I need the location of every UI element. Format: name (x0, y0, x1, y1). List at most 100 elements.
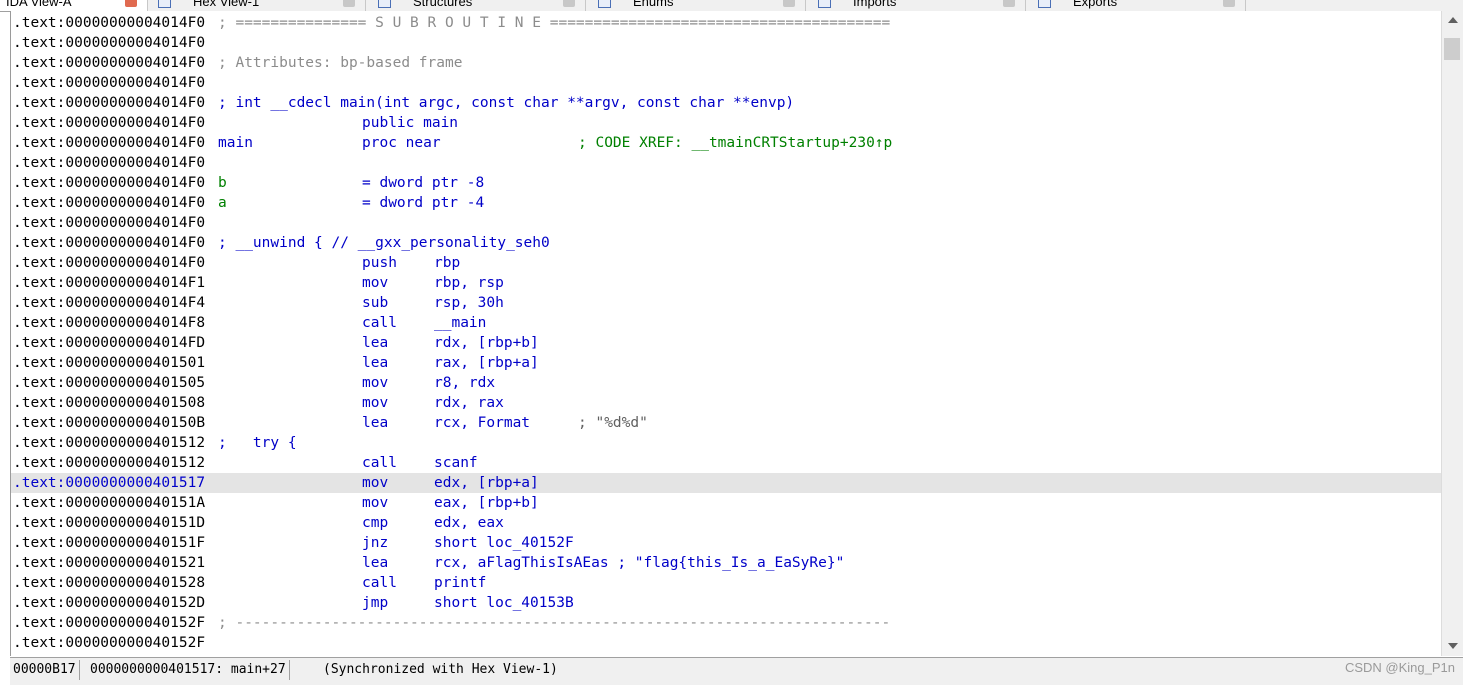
status-offset: 00000B17 (10, 660, 80, 680)
row-c2-text: ; --------------------------------------… (218, 615, 891, 631)
tab-label: Exports (1073, 0, 1118, 9)
row-c4-text: scanf (434, 455, 478, 471)
listing-row[interactable]: .text:0000000000401505 mov r8, rdx (11, 373, 1442, 393)
listing-row[interactable]: .text:00000000004014F1 mov rbp, rsp (11, 273, 1442, 293)
tab-label: IDA View-A (6, 0, 72, 9)
scroll-up-icon[interactable] (1448, 17, 1458, 23)
tab-view-icon (378, 0, 391, 8)
tab-ida-view-a[interactable]: IDA View-A (0, 0, 148, 11)
row-address: .text:00000000004014F4 (13, 295, 206, 311)
tab-imports[interactable]: Imports (812, 0, 1026, 11)
close-icon[interactable] (563, 0, 575, 7)
row-c3-text: mov (362, 475, 389, 491)
listing-row[interactable]: .text:0000000000401508 mov rdx, rax (11, 393, 1442, 413)
row-c4-text: rbp (434, 255, 461, 271)
row-address: .text:0000000000401505 (13, 375, 206, 391)
row-c4-text: eax, [rbp+b] (434, 495, 539, 511)
listing-row[interactable]: .text:00000000004014FD lea rdx, [rbp+b] (11, 333, 1442, 353)
listing-row[interactable]: .text:00000000004014F0 push rbp (11, 253, 1442, 273)
tab-label: Structures (413, 0, 473, 9)
row-c2-text: ; __unwind { // __gxx_personality_seh0 (218, 235, 550, 251)
listing-row[interactable]: .text:0000000000401528 call printf (11, 573, 1442, 593)
listing-row[interactable]: .text:000000000040151F jnz short loc_40152… (11, 533, 1442, 553)
row-address: .text:000000000040152F (13, 615, 206, 631)
row-address: .text:0000000000401512 (13, 435, 206, 451)
row-address: .text:00000000004014F0 (13, 155, 206, 171)
listing-row[interactable]: .text:0000000000401512 call scanf (11, 453, 1442, 473)
row-c2-text: main (218, 135, 253, 151)
listing-row[interactable]: .text:0000000000401512 ; try { (11, 433, 1442, 453)
close-icon[interactable] (343, 0, 355, 7)
row-c4-text: short loc_40153B (434, 595, 574, 611)
tab-structures[interactable]: Structures (372, 0, 586, 11)
row-c3-text: jmp (362, 595, 389, 611)
close-icon[interactable] (125, 0, 137, 7)
row-address: .text:000000000040151A (13, 495, 206, 511)
listing-row[interactable]: .text:000000000040151D cmp edx, eax (11, 513, 1442, 533)
listing-row[interactable]: .text:00000000004014F0 a = dword ptr -4 (11, 193, 1442, 213)
listing-row[interactable]: .text:000000000040151A mov eax, [rbp+b] (11, 493, 1442, 513)
tab-enums[interactable]: Enums (592, 0, 806, 11)
tab-view-icon (1038, 0, 1051, 8)
status-sync: (Synchronized with Hex View-1) (323, 662, 558, 677)
listing-row[interactable]: .text:000000000040150B lea rcx, Format ; "%… (11, 413, 1442, 433)
tab-hex-view-1[interactable]: Hex View-1 (152, 0, 366, 11)
row-c4-text: edx, [rbp+a] (434, 475, 539, 491)
row-c2-text: a (218, 195, 227, 211)
listing-row[interactable]: .text:00000000004014F0 (11, 73, 1442, 93)
close-icon[interactable] (783, 0, 795, 7)
row-c2-text: b (218, 175, 227, 191)
status-bar: 00000B17 0000000000401517: main+27 (Sync… (10, 657, 1463, 685)
listing-row[interactable]: .text:00000000004014F0 (11, 153, 1442, 173)
row-c4-text: rcx, aFlagThisIsAEas ; "flag{this_Is_a_E… (434, 555, 845, 571)
row-address: .text:0000000000401508 (13, 395, 206, 411)
row-c3-text: = dword ptr -8 (362, 175, 485, 191)
tab-view-icon (158, 0, 171, 8)
listing-row[interactable]: .text:0000000000401521 lea rcx, aFlagThisI… (11, 553, 1442, 573)
row-c5-text: ; "%d%d" (578, 415, 648, 431)
row-c4-text: r8, rdx (434, 375, 496, 391)
listing-row[interactable]: .text:000000000040152F (11, 633, 1442, 653)
row-address: .text:00000000004014F0 (13, 175, 206, 191)
row-address: .text:000000000040151D (13, 515, 206, 531)
listing-row[interactable]: .text:000000000040152D jmp short loc_40153… (11, 593, 1442, 613)
listing-row[interactable]: .text:0000000000401501 lea rax, [rbp+a] (11, 353, 1442, 373)
row-c4-text: rdx, rax (434, 395, 504, 411)
listing-row[interactable]: .text:00000000004014F0 ; int __cdecl main… (11, 93, 1442, 113)
row-address: .text:00000000004014FD (13, 335, 206, 351)
scroll-down-icon[interactable] (1448, 643, 1458, 649)
row-address: .text:0000000000401501 (13, 355, 206, 371)
listing-row[interactable]: .text:00000000004014F0 main proc near ; COD… (11, 133, 1442, 153)
tab-exports[interactable]: Exports (1032, 0, 1246, 11)
listing-row[interactable]: .text:00000000004014F0 (11, 33, 1442, 53)
listing-row[interactable]: .text:00000000004014F0 ; =============== … (11, 13, 1442, 33)
scrollbar-thumb[interactable] (1444, 38, 1460, 60)
row-address: .text:00000000004014F0 (13, 75, 206, 91)
listing-row[interactable]: .text:00000000004014F4 sub rsp, 30h (11, 293, 1442, 313)
row-address: .text:000000000040150B (13, 415, 206, 431)
close-icon[interactable] (1003, 0, 1015, 7)
row-c3-text: jnz (362, 535, 389, 551)
row-c3-text: mov (362, 395, 389, 411)
row-c3-text: call (362, 315, 397, 331)
row-c3-text: lea (362, 355, 389, 371)
listing-row[interactable]: .text:00000000004014F8 call __main (11, 313, 1442, 333)
row-address: .text:0000000000401512 (13, 455, 206, 471)
listing-row[interactable]: .text:0000000000401517 mov edx, [rbp+a] (11, 473, 1442, 493)
listing-row[interactable]: .text:00000000004014F0 (11, 213, 1442, 233)
vertical-scrollbar[interactable] (1441, 11, 1463, 656)
listing-row[interactable]: .text:00000000004014F0 ; Attributes: bp-b… (11, 53, 1442, 73)
listing-row[interactable]: .text:00000000004014F0 b = dword ptr -8 (11, 173, 1442, 193)
listing-row[interactable]: .text:000000000040152F ; ----------------… (11, 613, 1442, 633)
row-c3-text: mov (362, 275, 389, 291)
listing-row[interactable]: .text:00000000004014F0 public main (11, 113, 1442, 133)
disassembly-listing[interactable]: .text:00000000004014F0 ; =============== … (10, 11, 1442, 656)
listing-row[interactable]: .text:00000000004014F0 ; __unwind { // __… (11, 233, 1442, 253)
close-icon[interactable] (1223, 0, 1235, 7)
row-address: .text:00000000004014F0 (13, 15, 206, 31)
row-c5-text: ; CODE XREF: __tmainCRTStartup+230↑p (578, 135, 893, 151)
row-address: .text:0000000000401528 (13, 575, 206, 591)
row-c3-text: lea (362, 335, 389, 351)
row-address: .text:00000000004014F0 (13, 95, 206, 111)
row-c4-text: rdx, [rbp+b] (434, 335, 539, 351)
